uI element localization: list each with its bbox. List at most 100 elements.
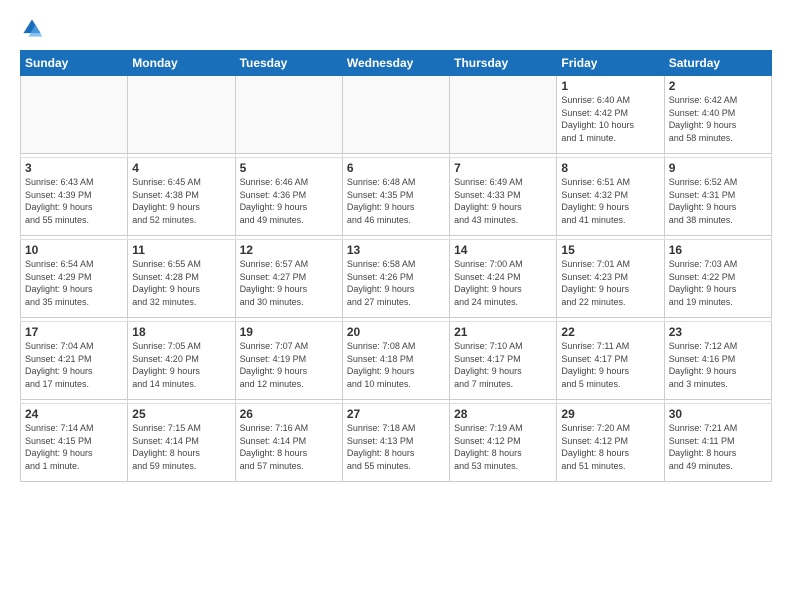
day-info: Sunrise: 6:40 AM Sunset: 4:42 PM Dayligh… <box>561 94 659 144</box>
calendar-cell-2-6: 8Sunrise: 6:51 AM Sunset: 4:32 PM Daylig… <box>557 158 664 236</box>
day-number: 13 <box>347 243 445 257</box>
day-info: Sunrise: 6:57 AM Sunset: 4:27 PM Dayligh… <box>240 258 338 308</box>
day-info: Sunrise: 7:14 AM Sunset: 4:15 PM Dayligh… <box>25 422 123 472</box>
calendar-cell-1-3 <box>235 76 342 154</box>
day-number: 22 <box>561 325 659 339</box>
calendar-cell-2-2: 4Sunrise: 6:45 AM Sunset: 4:38 PM Daylig… <box>128 158 235 236</box>
day-info: Sunrise: 6:55 AM Sunset: 4:28 PM Dayligh… <box>132 258 230 308</box>
calendar-header-friday: Friday <box>557 51 664 76</box>
day-info: Sunrise: 6:48 AM Sunset: 4:35 PM Dayligh… <box>347 176 445 226</box>
day-info: Sunrise: 7:20 AM Sunset: 4:12 PM Dayligh… <box>561 422 659 472</box>
calendar-header-row: SundayMondayTuesdayWednesdayThursdayFrid… <box>21 51 772 76</box>
calendar-cell-3-3: 12Sunrise: 6:57 AM Sunset: 4:27 PM Dayli… <box>235 240 342 318</box>
day-info: Sunrise: 7:21 AM Sunset: 4:11 PM Dayligh… <box>669 422 767 472</box>
calendar-week-row-1: 1Sunrise: 6:40 AM Sunset: 4:42 PM Daylig… <box>21 76 772 154</box>
calendar-cell-3-1: 10Sunrise: 6:54 AM Sunset: 4:29 PM Dayli… <box>21 240 128 318</box>
day-info: Sunrise: 7:04 AM Sunset: 4:21 PM Dayligh… <box>25 340 123 390</box>
day-number: 21 <box>454 325 552 339</box>
day-number: 9 <box>669 161 767 175</box>
calendar-cell-1-1 <box>21 76 128 154</box>
day-number: 20 <box>347 325 445 339</box>
day-info: Sunrise: 7:10 AM Sunset: 4:17 PM Dayligh… <box>454 340 552 390</box>
day-number: 23 <box>669 325 767 339</box>
day-number: 14 <box>454 243 552 257</box>
calendar-cell-2-4: 6Sunrise: 6:48 AM Sunset: 4:35 PM Daylig… <box>342 158 449 236</box>
calendar-cell-5-1: 24Sunrise: 7:14 AM Sunset: 4:15 PM Dayli… <box>21 404 128 482</box>
day-number: 28 <box>454 407 552 421</box>
calendar-cell-4-1: 17Sunrise: 7:04 AM Sunset: 4:21 PM Dayli… <box>21 322 128 400</box>
calendar-cell-5-7: 30Sunrise: 7:21 AM Sunset: 4:11 PM Dayli… <box>664 404 771 482</box>
day-number: 29 <box>561 407 659 421</box>
calendar-cell-2-7: 9Sunrise: 6:52 AM Sunset: 4:31 PM Daylig… <box>664 158 771 236</box>
calendar-cell-1-4 <box>342 76 449 154</box>
day-number: 6 <box>347 161 445 175</box>
calendar-header-thursday: Thursday <box>450 51 557 76</box>
day-info: Sunrise: 7:07 AM Sunset: 4:19 PM Dayligh… <box>240 340 338 390</box>
calendar-cell-1-6: 1Sunrise: 6:40 AM Sunset: 4:42 PM Daylig… <box>557 76 664 154</box>
calendar-cell-5-6: 29Sunrise: 7:20 AM Sunset: 4:12 PM Dayli… <box>557 404 664 482</box>
day-number: 3 <box>25 161 123 175</box>
day-info: Sunrise: 7:12 AM Sunset: 4:16 PM Dayligh… <box>669 340 767 390</box>
calendar-cell-1-7: 2Sunrise: 6:42 AM Sunset: 4:40 PM Daylig… <box>664 76 771 154</box>
calendar-cell-2-1: 3Sunrise: 6:43 AM Sunset: 4:39 PM Daylig… <box>21 158 128 236</box>
day-number: 30 <box>669 407 767 421</box>
day-info: Sunrise: 7:05 AM Sunset: 4:20 PM Dayligh… <box>132 340 230 390</box>
calendar-cell-3-6: 15Sunrise: 7:01 AM Sunset: 4:23 PM Dayli… <box>557 240 664 318</box>
calendar-week-row-2: 3Sunrise: 6:43 AM Sunset: 4:39 PM Daylig… <box>21 158 772 236</box>
logo-icon <box>20 16 44 40</box>
day-number: 27 <box>347 407 445 421</box>
calendar-cell-4-7: 23Sunrise: 7:12 AM Sunset: 4:16 PM Dayli… <box>664 322 771 400</box>
calendar-cell-3-2: 11Sunrise: 6:55 AM Sunset: 4:28 PM Dayli… <box>128 240 235 318</box>
day-info: Sunrise: 7:15 AM Sunset: 4:14 PM Dayligh… <box>132 422 230 472</box>
day-info: Sunrise: 7:00 AM Sunset: 4:24 PM Dayligh… <box>454 258 552 308</box>
day-number: 10 <box>25 243 123 257</box>
calendar-cell-2-3: 5Sunrise: 6:46 AM Sunset: 4:36 PM Daylig… <box>235 158 342 236</box>
calendar-cell-4-5: 21Sunrise: 7:10 AM Sunset: 4:17 PM Dayli… <box>450 322 557 400</box>
day-info: Sunrise: 6:43 AM Sunset: 4:39 PM Dayligh… <box>25 176 123 226</box>
day-number: 18 <box>132 325 230 339</box>
day-number: 1 <box>561 79 659 93</box>
day-info: Sunrise: 7:16 AM Sunset: 4:14 PM Dayligh… <box>240 422 338 472</box>
day-info: Sunrise: 6:42 AM Sunset: 4:40 PM Dayligh… <box>669 94 767 144</box>
day-info: Sunrise: 7:19 AM Sunset: 4:12 PM Dayligh… <box>454 422 552 472</box>
calendar-header-monday: Monday <box>128 51 235 76</box>
calendar-cell-1-2 <box>128 76 235 154</box>
day-number: 5 <box>240 161 338 175</box>
calendar-cell-2-5: 7Sunrise: 6:49 AM Sunset: 4:33 PM Daylig… <box>450 158 557 236</box>
calendar-header-wednesday: Wednesday <box>342 51 449 76</box>
day-info: Sunrise: 6:54 AM Sunset: 4:29 PM Dayligh… <box>25 258 123 308</box>
day-info: Sunrise: 7:01 AM Sunset: 4:23 PM Dayligh… <box>561 258 659 308</box>
day-info: Sunrise: 6:52 AM Sunset: 4:31 PM Dayligh… <box>669 176 767 226</box>
day-number: 4 <box>132 161 230 175</box>
day-info: Sunrise: 6:49 AM Sunset: 4:33 PM Dayligh… <box>454 176 552 226</box>
day-number: 26 <box>240 407 338 421</box>
day-info: Sunrise: 7:11 AM Sunset: 4:17 PM Dayligh… <box>561 340 659 390</box>
calendar-header-sunday: Sunday <box>21 51 128 76</box>
calendar-week-row-5: 24Sunrise: 7:14 AM Sunset: 4:15 PM Dayli… <box>21 404 772 482</box>
calendar-cell-3-5: 14Sunrise: 7:00 AM Sunset: 4:24 PM Dayli… <box>450 240 557 318</box>
calendar-header-tuesday: Tuesday <box>235 51 342 76</box>
day-info: Sunrise: 7:08 AM Sunset: 4:18 PM Dayligh… <box>347 340 445 390</box>
header <box>20 16 772 40</box>
day-number: 17 <box>25 325 123 339</box>
day-info: Sunrise: 6:45 AM Sunset: 4:38 PM Dayligh… <box>132 176 230 226</box>
day-number: 19 <box>240 325 338 339</box>
day-number: 11 <box>132 243 230 257</box>
page: SundayMondayTuesdayWednesdayThursdayFrid… <box>0 0 792 612</box>
day-number: 7 <box>454 161 552 175</box>
calendar-table: SundayMondayTuesdayWednesdayThursdayFrid… <box>20 50 772 482</box>
day-number: 25 <box>132 407 230 421</box>
calendar-cell-4-4: 20Sunrise: 7:08 AM Sunset: 4:18 PM Dayli… <box>342 322 449 400</box>
day-info: Sunrise: 6:46 AM Sunset: 4:36 PM Dayligh… <box>240 176 338 226</box>
calendar-cell-5-5: 28Sunrise: 7:19 AM Sunset: 4:12 PM Dayli… <box>450 404 557 482</box>
day-number: 24 <box>25 407 123 421</box>
day-info: Sunrise: 6:58 AM Sunset: 4:26 PM Dayligh… <box>347 258 445 308</box>
calendar-week-row-4: 17Sunrise: 7:04 AM Sunset: 4:21 PM Dayli… <box>21 322 772 400</box>
calendar-cell-5-4: 27Sunrise: 7:18 AM Sunset: 4:13 PM Dayli… <box>342 404 449 482</box>
day-number: 2 <box>669 79 767 93</box>
calendar-cell-4-2: 18Sunrise: 7:05 AM Sunset: 4:20 PM Dayli… <box>128 322 235 400</box>
logo <box>20 16 48 40</box>
day-info: Sunrise: 6:51 AM Sunset: 4:32 PM Dayligh… <box>561 176 659 226</box>
calendar-cell-5-3: 26Sunrise: 7:16 AM Sunset: 4:14 PM Dayli… <box>235 404 342 482</box>
day-number: 16 <box>669 243 767 257</box>
